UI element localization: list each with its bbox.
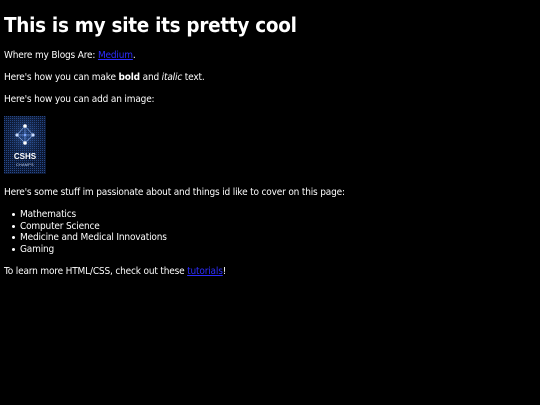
formatting-line: Here's how you can make bold and italic …: [4, 72, 483, 83]
formatting-middle: and: [139, 72, 162, 83]
logo-text-line1: CSHS: [14, 152, 37, 161]
tutorials-link[interactable]: tutorials: [187, 266, 223, 277]
page-body: This is my site its pretty cool Where my…: [0, 0, 540, 405]
passions-list: Mathematics Computer Science Medicine an…: [4, 209, 536, 255]
cshs-champs-logo-icon: CSHS CHAMPS: [4, 116, 46, 174]
list-item: Computer Science: [12, 221, 536, 233]
bold-text: bold: [118, 72, 140, 83]
list-item: Gaming: [12, 244, 536, 256]
medium-link[interactable]: Medium: [98, 50, 133, 61]
italic-text: italic: [161, 72, 183, 83]
bullet-icon: [12, 213, 15, 216]
formatting-prefix: Here's how you can make: [4, 72, 119, 83]
list-item: Medicine and Medical Innovations: [12, 232, 536, 244]
blogs-prefix: Where my Blogs Are:: [4, 50, 98, 61]
learn-more-prefix: To learn more HTML/CSS, check out these: [4, 266, 188, 277]
passions-intro: Here's some stuff im passionate about an…: [4, 187, 345, 198]
learn-more-line: To learn more HTML/CSS, check out these …: [4, 266, 483, 277]
blogs-line: Where my Blogs Are: Medium.: [4, 50, 483, 61]
bullet-icon: [12, 236, 15, 239]
learn-more-suffix: !: [222, 266, 227, 277]
image-intro: Here's how you can add an image:: [4, 94, 155, 105]
bullet-icon: [12, 247, 15, 251]
blogs-suffix: .: [132, 50, 136, 61]
bullet-icon: [12, 224, 15, 228]
logo-text-line2: CHAMPS: [16, 163, 34, 167]
list-item: Mathematics: [12, 209, 536, 221]
page-title: This is my site its pretty cool: [4, 13, 297, 37]
formatting-suffix: text.: [182, 72, 205, 83]
